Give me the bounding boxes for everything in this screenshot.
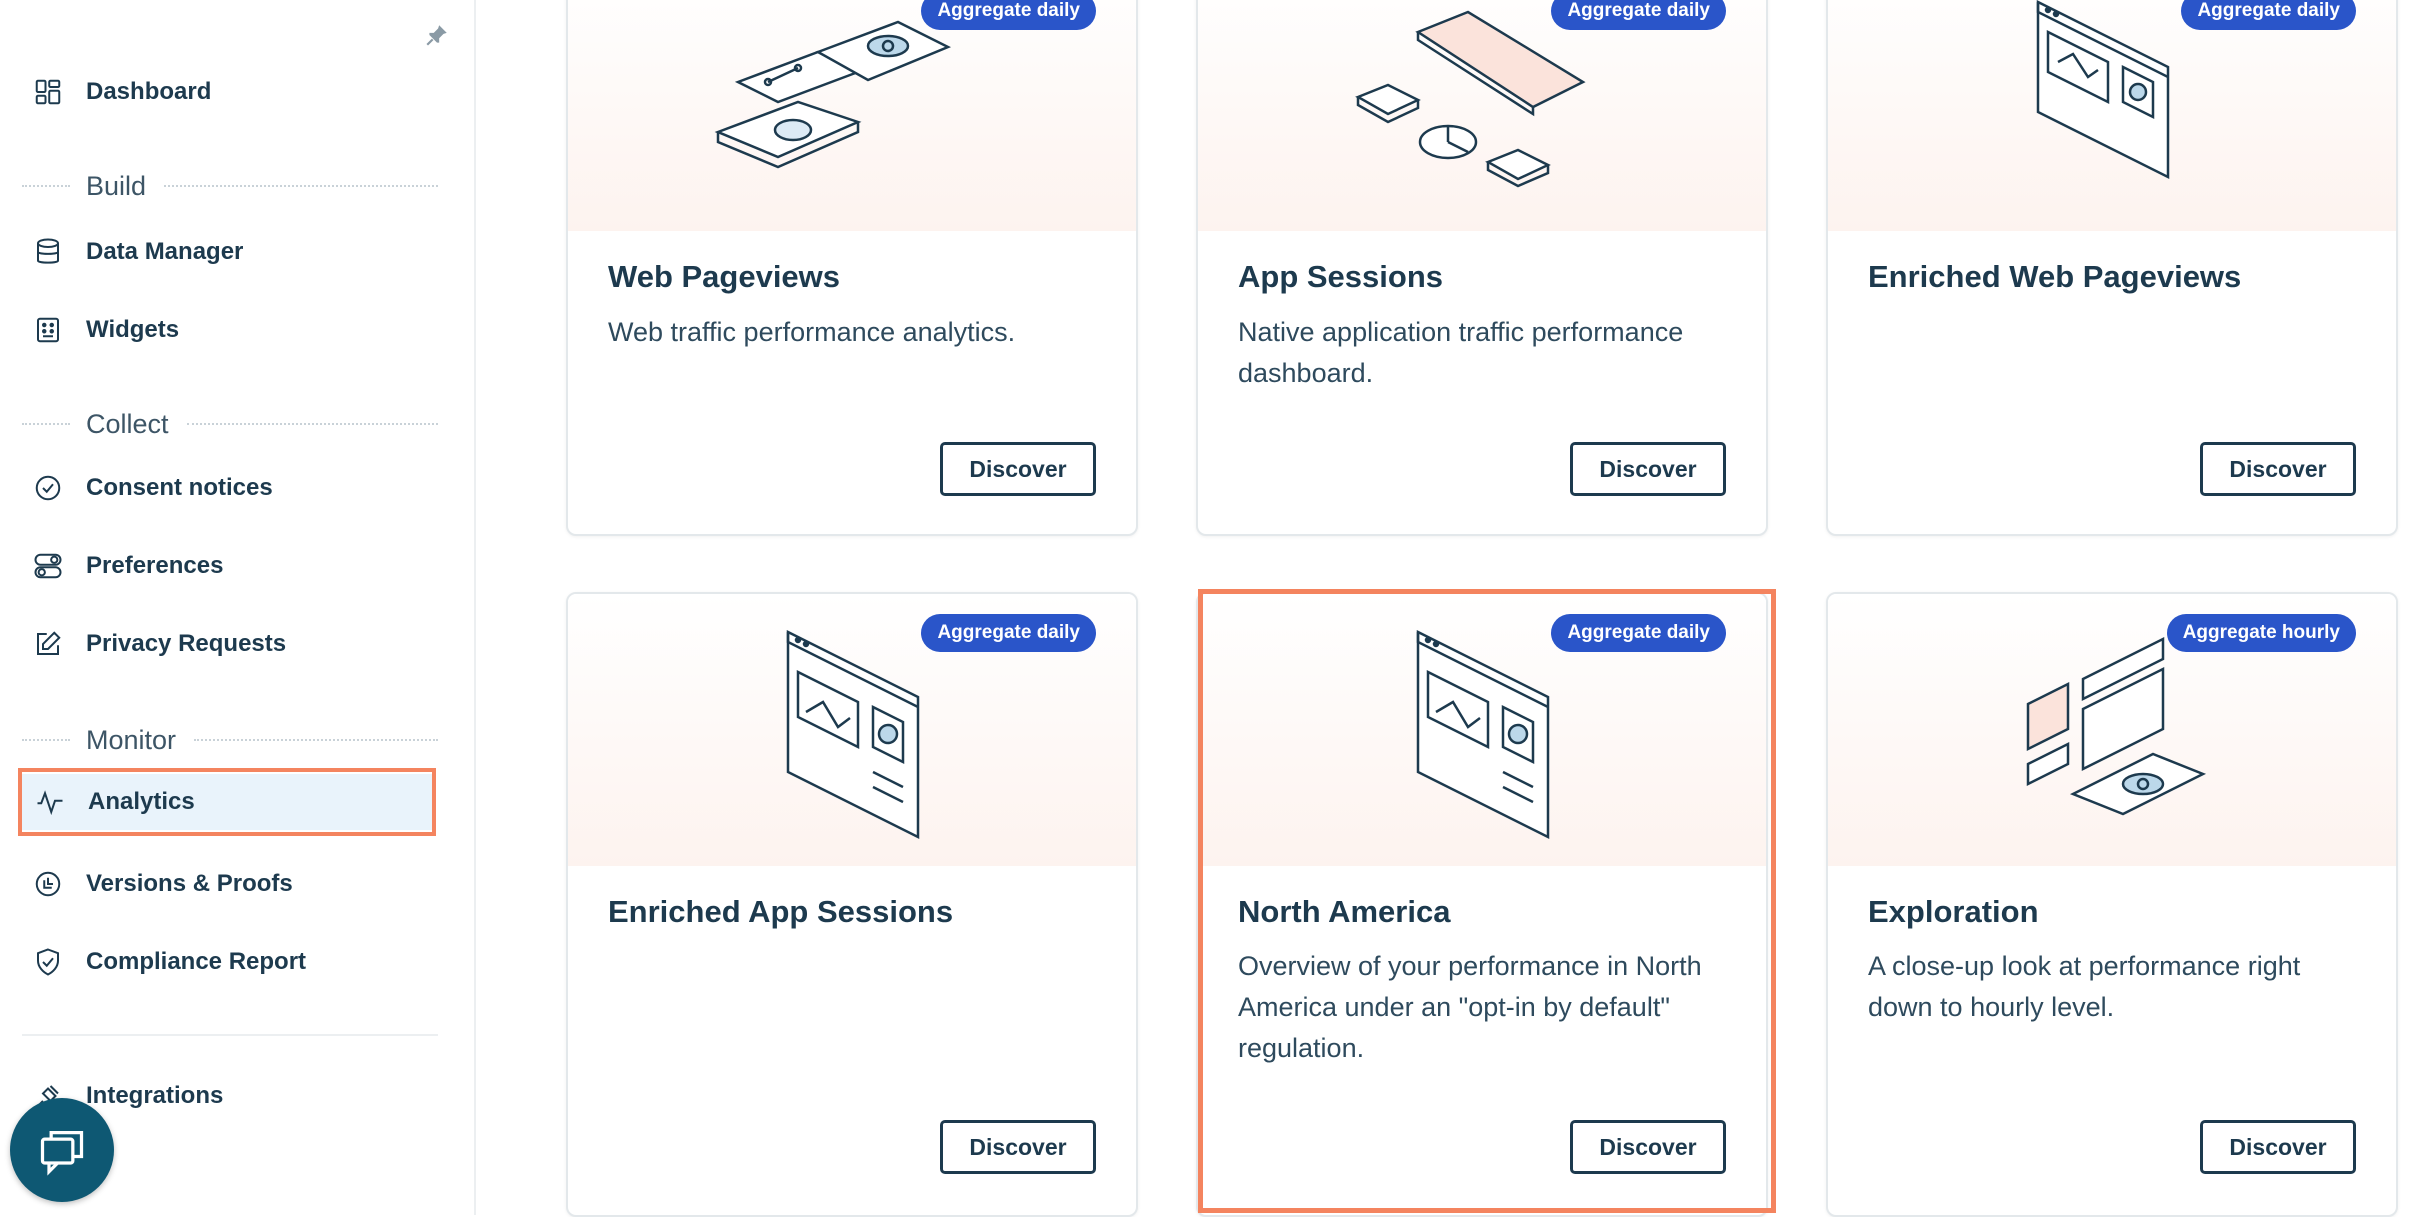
section-header-build: Build <box>22 166 438 206</box>
browser-dashboard-illustration <box>1416 629 1550 840</box>
app-sessions-illustration <box>1355 10 1586 188</box>
card-description: A close-up look at performance right dow… <box>1868 951 2301 1022</box>
sidebar-item-data-manager[interactable]: Data Manager <box>20 220 430 284</box>
edit-icon <box>30 626 66 662</box>
discover-button[interactable]: Discover <box>2200 442 2356 496</box>
card-illustration: Aggregate daily <box>568 594 1136 866</box>
card-illustration: Aggregate daily <box>1198 594 1766 866</box>
sidebar: Dashboard Build Data Manager Widgets Col… <box>0 0 476 1215</box>
chat-button[interactable] <box>10 1098 114 1202</box>
sidebar-item-label: Compliance Report <box>86 948 307 975</box>
section-title: Monitor <box>86 724 177 755</box>
sidebar-item-privacy-requests[interactable]: Privacy Requests <box>20 612 430 676</box>
card-description: Native application traffic performance d… <box>1238 317 1684 388</box>
frequency-badge: Aggregate daily <box>921 614 1096 652</box>
card-title: Exploration <box>1868 894 2039 929</box>
shield-check-icon <box>30 944 66 980</box>
browser-dashboard-illustration <box>2036 0 2170 180</box>
sidebar-item-label: Analytics <box>88 788 195 815</box>
card-exploration: Aggregate hourly Exploration A close-up … <box>1826 592 2398 1217</box>
card-illustration: Aggregate daily <box>1828 0 2396 231</box>
frequency-badge: Aggregate daily <box>2181 0 2356 30</box>
card-illustration: Aggregate daily <box>1198 0 1766 231</box>
card-enriched-web-pageviews: Aggregate daily Enriched Web Pageviews D… <box>1826 0 2398 536</box>
sidebar-item-label: Versions & Proofs <box>86 870 293 897</box>
card-web-pageviews: Aggregate daily Web Pageviews Web traffi… <box>566 0 1138 536</box>
sidebar-item-consent-notices[interactable]: Consent notices <box>20 456 430 520</box>
sidebar-item-label: Preferences <box>86 552 224 579</box>
pulse-icon <box>32 784 68 820</box>
card-title: App Sessions <box>1238 259 1443 294</box>
sidebar-item-label: Dashboard <box>86 78 212 105</box>
card-description: Overview of your performance in North Am… <box>1238 951 1702 1063</box>
frequency-badge: Aggregate daily <box>1551 0 1726 30</box>
discover-button[interactable]: Discover <box>940 1120 1096 1174</box>
sidebar-item-label: Data Manager <box>86 238 244 265</box>
database-icon <box>30 234 66 270</box>
card-description: Web traffic performance analytics. <box>608 317 1016 347</box>
toggle-icon <box>30 548 66 584</box>
section-title: Build <box>86 170 147 201</box>
dashboard-grid: Aggregate daily Web Pageviews Web traffi… <box>476 0 2410 1217</box>
discover-button[interactable]: Discover <box>2200 1120 2356 1174</box>
browser-dashboard-illustration <box>786 629 920 840</box>
card-illustration: Aggregate hourly <box>1828 594 2396 866</box>
card-title: Web Pageviews <box>608 259 841 294</box>
card-illustration: Aggregate daily <box>568 0 1136 231</box>
sidebar-item-label: Privacy Requests <box>86 630 287 657</box>
sidebar-item-label: Integrations <box>86 1082 224 1109</box>
card-north-america: Aggregate daily North America Overview o… <box>1196 592 1768 1217</box>
discover-button[interactable]: Discover <box>1570 442 1726 496</box>
history-icon <box>30 866 66 902</box>
frequency-badge: Aggregate hourly <box>2166 614 2356 652</box>
pin-icon[interactable] <box>424 22 450 48</box>
dashboard-icon <box>30 74 66 110</box>
sidebar-divider <box>22 1034 438 1036</box>
card-enriched-app-sessions: Aggregate daily Enriched App Sessions Di… <box>566 592 1138 1217</box>
section-title: Collect <box>86 408 169 439</box>
card-title: North America <box>1238 894 1451 929</box>
discover-button[interactable]: Discover <box>940 442 1096 496</box>
section-header-collect: Collect <box>22 404 438 444</box>
sidebar-item-versions-proofs[interactable]: Versions & Proofs <box>20 852 430 916</box>
discover-button[interactable]: Discover <box>1570 1120 1726 1174</box>
frequency-badge: Aggregate daily <box>921 0 1096 30</box>
card-title: Enriched Web Pageviews <box>1868 259 2242 294</box>
sidebar-item-label: Widgets <box>86 316 180 343</box>
sidebar-item-analytics[interactable]: Analytics <box>22 774 432 830</box>
card-app-sessions: Aggregate daily App Sessions Native appl… <box>1196 0 1768 536</box>
sidebar-item-dashboard[interactable]: Dashboard <box>20 60 430 124</box>
card-title: Enriched App Sessions <box>608 894 954 929</box>
frequency-badge: Aggregate daily <box>1551 614 1726 652</box>
chat-icon <box>40 1131 84 1176</box>
exploration-illustration <box>2026 636 2207 816</box>
sidebar-item-compliance-report[interactable]: Compliance Report <box>20 930 430 994</box>
sidebar-item-widgets[interactable]: Widgets <box>20 298 430 362</box>
sidebar-item-label: Consent notices <box>86 474 273 501</box>
widget-icon <box>30 312 66 348</box>
sidebar-item-preferences[interactable]: Preferences <box>20 534 430 598</box>
section-header-monitor: Monitor <box>22 720 438 760</box>
check-circle-icon <box>30 470 66 506</box>
